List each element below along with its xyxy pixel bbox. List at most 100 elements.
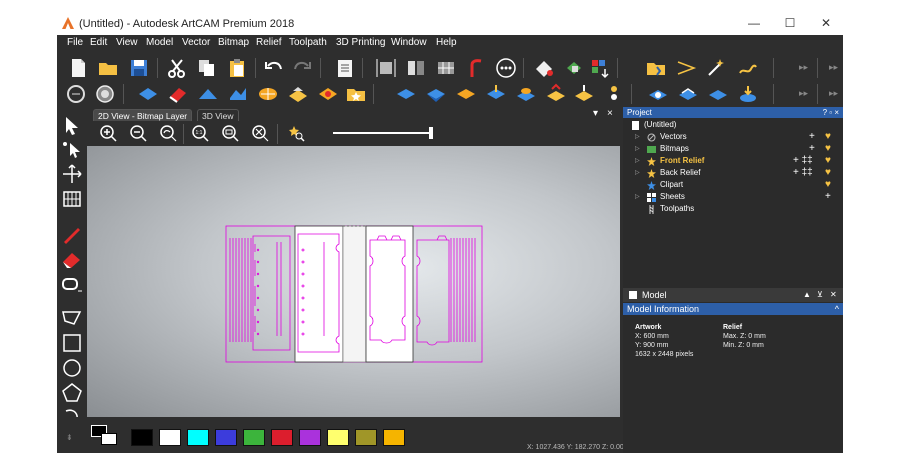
add-bitmap-icon[interactable]: +	[809, 143, 815, 155]
expand-arrow-icon[interactable]: ▷	[635, 143, 640, 155]
white-panel-right[interactable]	[365, 225, 414, 363]
tree-item-front-relief[interactable]: ▷ Front Relief + ‡‡ ♥	[623, 155, 843, 167]
white-panel-middle[interactable]	[342, 225, 367, 363]
model-panel-float-icon[interactable]: ⊻	[817, 288, 823, 302]
menu-model[interactable]: Model	[146, 37, 173, 48]
toolbar-overflow-icon-2[interactable]: ▸▸	[829, 62, 838, 73]
mesh-grid-icon[interactable]	[60, 188, 84, 210]
grid-icon[interactable]	[435, 57, 457, 79]
tree-item-clipart[interactable]: Clipart ♥	[623, 179, 843, 191]
tree-item-bitmaps[interactable]: ▷ Bitmaps + ♥	[623, 143, 843, 155]
rectangle-icon[interactable]	[60, 332, 84, 354]
relief-flat-icon[interactable]	[395, 83, 417, 105]
model-information-header[interactable]: Model Information ^	[623, 303, 843, 315]
model-panel-pin-icon[interactable]: ▲	[803, 288, 811, 302]
node-edit-icon[interactable]	[60, 139, 84, 161]
flood-fill-icon[interactable]	[60, 273, 84, 295]
undo-icon[interactable]	[263, 57, 285, 79]
palette-swatch-green[interactable]	[243, 429, 265, 446]
palette-swatch-purple[interactable]	[299, 429, 321, 446]
relief-diamond-icon[interactable]	[137, 83, 159, 105]
paste-icon[interactable]	[226, 57, 248, 79]
zoom-out-icon[interactable]	[129, 124, 148, 143]
measure-icon[interactable]	[495, 57, 517, 79]
open-folder-icon[interactable]	[97, 57, 119, 79]
relief-layer-icon[interactable]	[485, 83, 507, 105]
color-shapes-icon[interactable]	[563, 57, 585, 79]
view-dropdown-icon[interactable]: ▾	[593, 108, 598, 119]
slider-thumb[interactable]	[429, 127, 433, 139]
zoom-star-icon[interactable]	[287, 124, 306, 143]
palette-collapse-icon[interactable]: ⇟	[66, 433, 73, 442]
relief-merge-icon[interactable]	[287, 83, 309, 105]
open-model-icon[interactable]	[645, 57, 667, 79]
eraser-icon[interactable]	[60, 248, 84, 270]
tree-root[interactable]: (Untitled)	[623, 119, 843, 131]
relief-offset-icon[interactable]	[545, 83, 567, 105]
polyline-icon[interactable]	[60, 307, 84, 329]
palette-swatch-white[interactable]	[159, 429, 181, 446]
relief-sculpt-icon[interactable]	[647, 83, 669, 105]
relief-orange-diamond-icon[interactable]	[455, 83, 477, 105]
menu-edit[interactable]: Edit	[90, 37, 107, 48]
expand-arrow-icon[interactable]: ▷	[635, 167, 640, 179]
zoom-in-icon[interactable]	[99, 124, 118, 143]
relief-bake-icon[interactable]	[737, 83, 759, 105]
menu-help[interactable]: Help	[436, 37, 457, 48]
toolbar-overflow-icon-3[interactable]: ▸▸	[799, 88, 808, 99]
clipart-style-icon[interactable]: ♥	[825, 179, 831, 191]
relief-combine-icon[interactable]	[317, 83, 339, 105]
relief-extrude-icon[interactable]	[197, 83, 219, 105]
menu-window[interactable]: Window	[391, 37, 427, 48]
expand-arrow-icon[interactable]: ▷	[635, 155, 640, 167]
expand-arrow-icon[interactable]: ▷	[635, 191, 640, 203]
copy-icon[interactable]	[196, 57, 218, 79]
model-size-icon[interactable]	[375, 57, 397, 79]
relief-blend-icon[interactable]	[707, 83, 729, 105]
zoom-actual-icon[interactable]: 1:1	[191, 124, 210, 143]
zoom-window-icon[interactable]	[251, 124, 270, 143]
notes-icon[interactable]	[334, 57, 356, 79]
front-relief-style-icon[interactable]: ♥	[825, 155, 831, 167]
toolbar-overflow-icon[interactable]: ▸▸	[799, 62, 808, 73]
zoom-fit-icon[interactable]	[221, 124, 240, 143]
bitmap-style-icon[interactable]: ♥	[825, 143, 831, 155]
cut-icon[interactable]	[166, 57, 188, 79]
new-file-icon[interactable]	[67, 57, 89, 79]
maximize-button[interactable]: ☐	[779, 16, 801, 32]
tab-2d-view[interactable]: 2D View - Bitmap Layer	[93, 109, 193, 121]
close-window-button[interactable]: ✕	[815, 16, 837, 32]
transform-icon[interactable]	[60, 163, 84, 185]
expand-arrow-icon[interactable]: ▷	[635, 131, 640, 143]
palette-swatch-light-yellow[interactable]	[327, 429, 349, 446]
add-sheet-icon[interactable]: +	[825, 191, 831, 203]
add-vector-icon[interactable]: +	[809, 131, 815, 143]
menu-view[interactable]: View	[116, 37, 138, 48]
minimize-button[interactable]: —	[743, 16, 765, 32]
menu-file[interactable]: File	[67, 37, 83, 48]
relief-texture-icon[interactable]	[257, 83, 279, 105]
paint-fill-icon[interactable]	[533, 57, 555, 79]
vector-style-icon[interactable]: ♥	[825, 131, 831, 143]
eraser-relief-icon[interactable]	[167, 83, 189, 105]
primary-secondary-color-icon[interactable]	[91, 425, 123, 447]
vector-chevron-icon[interactable]	[675, 57, 697, 79]
pencil-red-icon[interactable]	[60, 223, 84, 245]
palette-swatch-blue[interactable]	[215, 429, 237, 446]
bitmap-opacity-slider[interactable]	[333, 127, 433, 139]
import-bitmap-icon[interactable]	[589, 57, 611, 79]
toolbar-overflow-icon-4[interactable]: ▸▸	[829, 88, 838, 99]
back-relief-style-icon[interactable]: ♥	[825, 167, 831, 179]
palette-swatch-red[interactable]	[271, 429, 293, 446]
ellipse-icon[interactable]	[60, 357, 84, 379]
relief-stack-icon[interactable]	[603, 83, 625, 105]
tree-item-toolpaths[interactable]: Toolpaths	[623, 203, 843, 215]
back-relief-actions[interactable]: + ‡‡	[793, 167, 813, 179]
menu-3d-printing[interactable]: 3D Printing	[336, 37, 385, 48]
relief-shade-icon[interactable]	[94, 83, 116, 105]
relief-wrap-icon[interactable]	[677, 83, 699, 105]
tree-item-back-relief[interactable]: ▷ Back Relief + ‡‡ ♥	[623, 167, 843, 179]
split-view-icon[interactable]	[405, 57, 427, 79]
select-arrow-icon[interactable]	[60, 114, 84, 136]
magic-wand-icon[interactable]	[705, 57, 727, 79]
